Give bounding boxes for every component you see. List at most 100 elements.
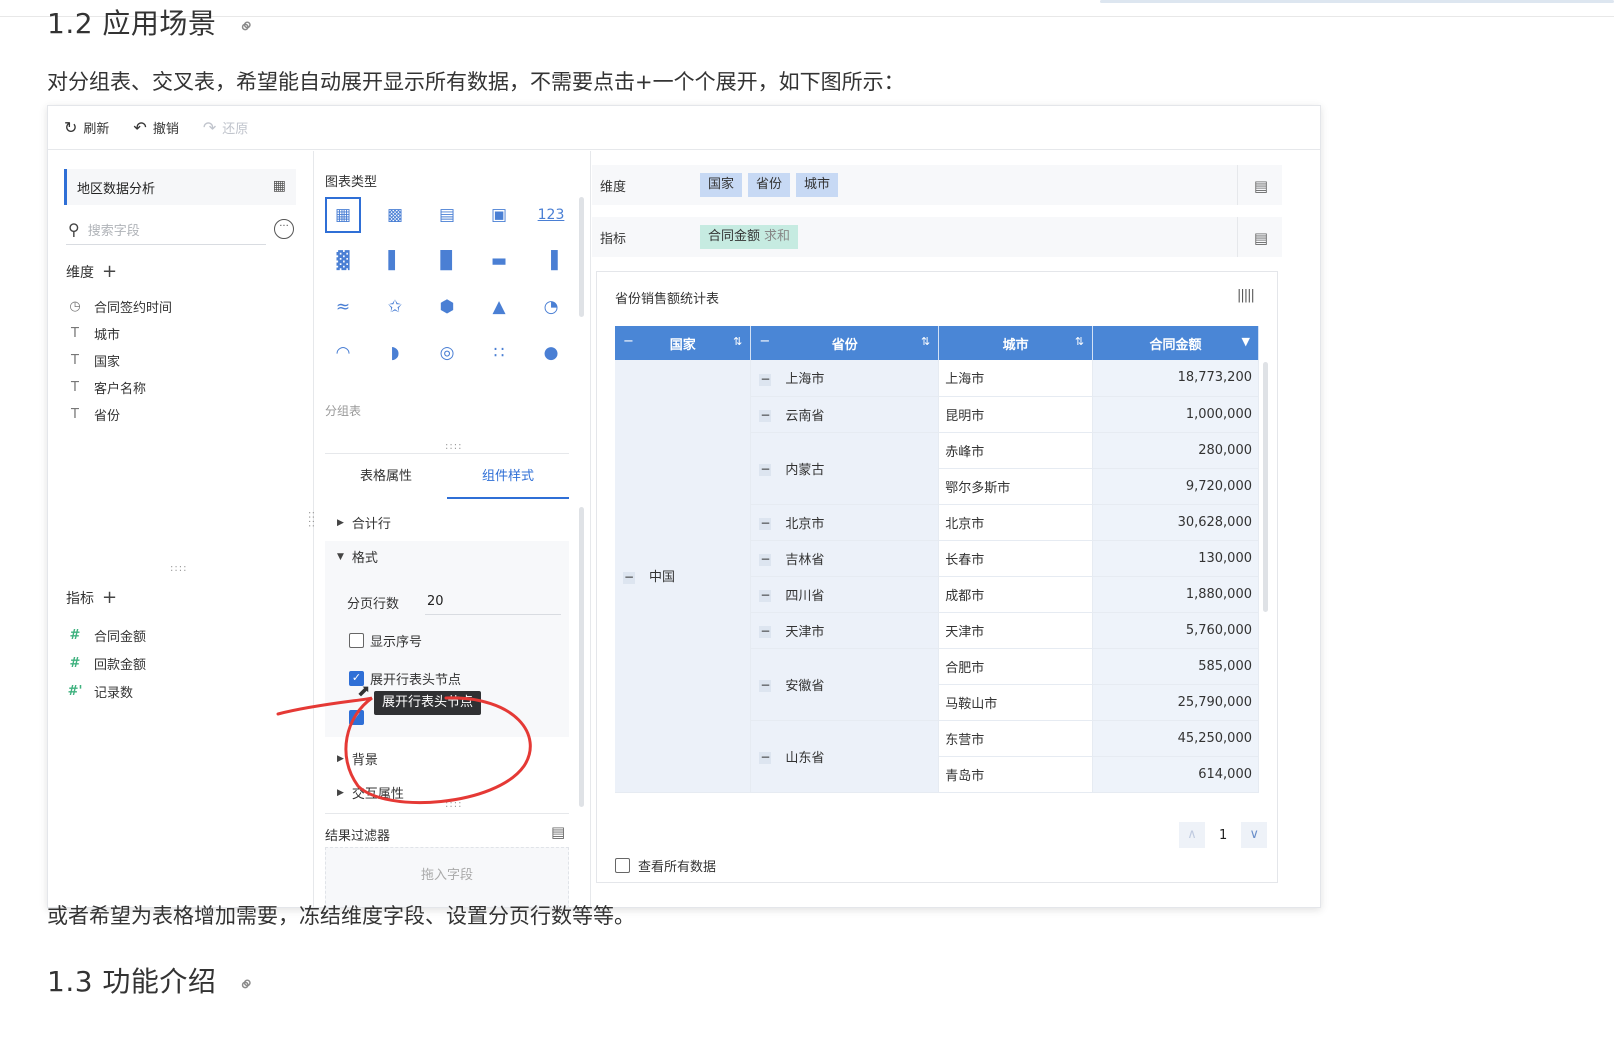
rows-per-page-input[interactable]: 20: [425, 591, 561, 615]
red-annotation-circle: [276, 696, 532, 805]
city-cell: 上海市: [938, 360, 1094, 397]
bubble-chart-icon[interactable]: ●: [533, 335, 569, 371]
header-city[interactable]: 城市 ⇅: [938, 326, 1094, 360]
line-chart-icon[interactable]: ≈: [325, 289, 361, 325]
field-settings-icon[interactable]: ▤: [1254, 229, 1268, 247]
city-cell: 成都市: [938, 576, 1094, 613]
dimension-field[interactable]: T 国家: [66, 347, 296, 374]
show-serial-checkbox[interactable]: [349, 633, 364, 648]
radar-chart-icon[interactable]: ⬢: [429, 289, 465, 325]
table-scrollbar[interactable]: [1263, 362, 1268, 612]
dimension-pill-country[interactable]: 国家: [700, 173, 743, 197]
add-dimension-icon[interactable]: +: [102, 261, 117, 282]
sort-icon[interactable]: ⇅: [921, 335, 930, 348]
scatter-chart-icon[interactable]: ∷: [481, 335, 517, 371]
detail-table-chart-icon[interactable]: ▤: [429, 197, 465, 233]
province-label: 上海市: [785, 372, 825, 388]
collapse-node-icon[interactable]: −: [759, 589, 772, 602]
sunburst-chart-icon[interactable]: ◎: [429, 335, 465, 371]
panel-resize-handle[interactable]: ::::: [170, 563, 187, 574]
waterfall-chart-icon[interactable]: ▐: [533, 243, 569, 279]
refresh-label: 刷新: [83, 122, 110, 137]
total-row-section[interactable]: ▶ 合计行: [337, 513, 391, 532]
rose-chart-icon[interactable]: ◗: [377, 335, 413, 371]
collapse-node-icon[interactable]: −: [759, 679, 772, 692]
measure-field[interactable]: # 合同金额: [66, 621, 296, 649]
pagination: ∧ 1 ∨: [1179, 822, 1268, 848]
filter-drop-zone[interactable]: 拖入字段: [325, 847, 569, 907]
more-options-icon[interactable]: ···: [274, 219, 294, 239]
matrix-chart-icon[interactable]: ▣: [481, 197, 517, 233]
tab-table-properties[interactable]: 表格属性: [325, 454, 447, 499]
cross-table-chart-icon[interactable]: ▩: [377, 197, 413, 233]
collapse-node-icon[interactable]: −: [759, 463, 772, 476]
text-type-icon: T: [71, 326, 79, 341]
field-label: 合同签约时间: [94, 301, 173, 316]
refresh-button[interactable]: ↻ 刷新: [64, 118, 109, 137]
dimension-field[interactable]: T 城市: [66, 320, 296, 347]
chart-settings-icon[interactable]: |||||: [1237, 288, 1255, 303]
city-cell: 东营市: [938, 720, 1094, 757]
header-country[interactable]: − 国家 ⇅: [615, 326, 752, 360]
view-all-data-option[interactable]: 查看所有数据: [615, 856, 716, 875]
collapse-node-icon[interactable]: −: [759, 373, 772, 386]
province-label: 吉林省: [785, 552, 825, 568]
area-chart-icon[interactable]: ▲: [481, 289, 517, 325]
filter-settings-icon[interactable]: ▤: [551, 823, 565, 841]
dimension-pill-city[interactable]: 城市: [796, 173, 839, 197]
horizontal-bar-chart-icon[interactable]: ▬: [481, 243, 517, 279]
dataset-selector[interactable]: 地区数据分析 ▦: [64, 169, 296, 205]
amount-cell: 9,720,000: [1092, 468, 1259, 505]
field-settings-icon[interactable]: ▤: [1254, 177, 1268, 195]
toolbar: ↻ 刷新 ↶ 撤销 ↷ 还原: [48, 106, 1320, 150]
measure-pill[interactable]: 合同金额 求和: [700, 225, 799, 249]
switch-dataset-icon[interactable]: ▦: [273, 178, 286, 194]
dimension-field[interactable]: ◷ 合同签约时间: [66, 293, 296, 320]
chart-grid-resize-handle[interactable]: ::::: [445, 441, 462, 452]
measure-field[interactable]: #' 记录数: [66, 677, 296, 705]
show-serial-option[interactable]: 显示序号: [349, 631, 422, 650]
dimension-field[interactable]: T 客户名称: [66, 374, 296, 401]
measure-field[interactable]: # 回款金额: [66, 649, 296, 677]
anchor-link-icon[interactable]: ⚭: [232, 969, 261, 998]
kpi-chart-icon[interactable]: 123: [533, 197, 569, 233]
dropdown-icon[interactable]: ▼: [1242, 335, 1250, 348]
gauge-chart-icon[interactable]: ◔: [533, 289, 569, 325]
group-table-chart-icon[interactable]: ▦: [325, 197, 361, 233]
search-input[interactable]: 搜索字段: [88, 220, 140, 239]
bar-chart-icon[interactable]: ▉: [429, 243, 465, 279]
next-page-button[interactable]: ∨: [1241, 822, 1268, 848]
header-province[interactable]: − 省份 ⇅: [750, 326, 940, 360]
field-search[interactable]: ⚲ 搜索字段: [66, 215, 266, 245]
radar-line-chart-icon[interactable]: ✩: [377, 289, 413, 325]
tab-component-style[interactable]: 组件样式: [447, 454, 569, 499]
format-header[interactable]: ▼ 格式: [337, 547, 378, 566]
redo-button[interactable]: ↷ 还原: [203, 118, 248, 137]
stacked-bar-chart-icon[interactable]: ▓: [325, 243, 361, 279]
props-scrollbar[interactable]: [579, 507, 584, 807]
add-measure-icon[interactable]: +: [102, 587, 117, 608]
province-label: 云南省: [785, 408, 825, 424]
collapse-node-icon[interactable]: −: [623, 571, 635, 584]
collapse-node-icon[interactable]: −: [759, 625, 772, 638]
refresh-icon: ↻: [64, 118, 78, 137]
prev-page-button[interactable]: ∧: [1179, 822, 1205, 848]
collapse-node-icon[interactable]: −: [759, 517, 772, 530]
header-label: 合同金额: [1149, 337, 1202, 353]
sort-icon[interactable]: ⇅: [733, 335, 742, 348]
column-chart-icon[interactable]: ▌: [377, 243, 413, 279]
header-amount[interactable]: 合同金额 ▼: [1092, 326, 1259, 360]
sort-icon[interactable]: ⇅: [1075, 335, 1084, 348]
dimension-field[interactable]: T 省份: [66, 401, 296, 428]
dimension-pill-province[interactable]: 省份: [748, 173, 791, 197]
pie-chart-icon[interactable]: ◠: [325, 335, 361, 371]
collapse-all-icon[interactable]: −: [759, 334, 770, 349]
collapse-node-icon[interactable]: −: [759, 409, 772, 422]
chart-grid-scrollbar[interactable]: [579, 197, 584, 317]
collapse-node-icon[interactable]: −: [759, 751, 772, 764]
collapse-node-icon[interactable]: −: [759, 553, 772, 566]
view-all-data-checkbox[interactable]: [615, 858, 630, 873]
undo-button[interactable]: ↶ 撤销: [133, 118, 178, 137]
province-cell: − 安徽省: [750, 648, 940, 721]
collapse-all-icon[interactable]: −: [623, 334, 634, 349]
